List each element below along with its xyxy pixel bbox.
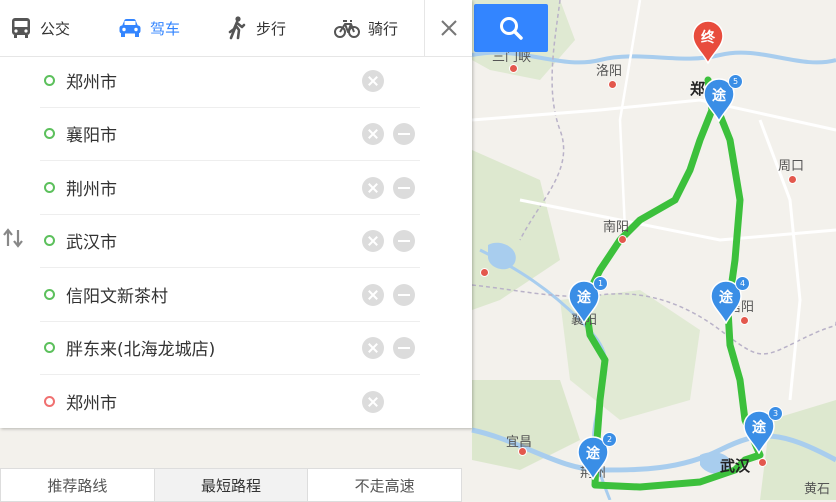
- map-label-yichang: 宜昌: [506, 435, 533, 450]
- clear-stop-button[interactable]: [362, 230, 384, 252]
- stop-via[interactable]: 襄阳市: [40, 107, 420, 161]
- via-marker-label: 途: [577, 290, 591, 306]
- via-marker-label: 途: [752, 420, 766, 436]
- city-dot: [618, 235, 627, 244]
- via-dot-icon: [44, 289, 55, 300]
- swap-icon: [3, 228, 23, 248]
- mode-tab-bike[interactable]: 骑行: [334, 0, 398, 56]
- remove-stop-button[interactable]: [393, 337, 415, 359]
- map-label-huangshi: 黄石: [804, 482, 831, 497]
- remove-stop-button[interactable]: [393, 230, 415, 252]
- via-marker-pin[interactable]: 途 2: [577, 432, 617, 481]
- end-marker-pin[interactable]: 终: [692, 20, 724, 65]
- city-dot: [509, 64, 518, 73]
- swap-stops-button[interactable]: [2, 228, 24, 252]
- clear-stop-button[interactable]: [362, 391, 384, 413]
- mode-tab-bus-label: 公交: [40, 19, 71, 38]
- tab-avoid-highway[interactable]: 不走高速: [308, 469, 461, 501]
- clear-stop-button[interactable]: [362, 177, 384, 199]
- stop-label[interactable]: 郑州市: [66, 68, 117, 93]
- walk-icon: [228, 16, 246, 40]
- map-label-luoyang: 洛阳: [596, 64, 623, 79]
- mode-tab-walk[interactable]: 步行: [226, 0, 286, 56]
- search-icon: [500, 17, 523, 40]
- via-marker-label: 途: [712, 88, 726, 104]
- route-preference-tabs: 推荐路线 最短路程 不走高速: [0, 468, 462, 502]
- stop-label[interactable]: 襄阳市: [66, 121, 117, 146]
- search-button[interactable]: [474, 4, 548, 52]
- end-dot-icon: [44, 396, 55, 407]
- via-marker-pin[interactable]: 途 1: [568, 276, 608, 325]
- close-button[interactable]: [424, 0, 473, 56]
- stop-label[interactable]: 武汉市: [66, 228, 117, 253]
- via-marker-number: 3: [768, 406, 783, 421]
- via-marker-pin[interactable]: 途 4: [710, 276, 750, 325]
- transport-mode-bar: 公交 驾车 步行 骑行: [0, 0, 472, 57]
- map-label-nanyang: 南阳: [603, 220, 630, 235]
- city-dot: [758, 458, 767, 467]
- stop-label[interactable]: 信阳文新茶村: [66, 282, 168, 307]
- stop-label[interactable]: 荆州市: [66, 175, 117, 200]
- clear-stop-button[interactable]: [362, 70, 384, 92]
- via-marker-number: 5: [728, 74, 743, 89]
- bike-icon: [334, 20, 360, 38]
- via-marker-number: 1: [593, 276, 608, 291]
- city-dot: [480, 268, 489, 277]
- car-icon: [119, 19, 141, 37]
- tab-recommended-route[interactable]: 推荐路线: [1, 469, 155, 501]
- via-dot-icon: [44, 182, 55, 193]
- via-marker-pin[interactable]: 途 3: [743, 406, 783, 455]
- bus-icon: [12, 18, 30, 38]
- end-marker-label: 终: [701, 30, 715, 46]
- via-dot-icon: [44, 235, 55, 246]
- via-dot-icon: [44, 128, 55, 139]
- mode-tab-car[interactable]: 驾车: [118, 0, 180, 56]
- via-marker-label: 途: [719, 290, 733, 306]
- start-dot-icon: [44, 75, 55, 86]
- via-dot-icon: [44, 342, 55, 353]
- stop-via[interactable]: 信阳文新茶村: [40, 268, 420, 322]
- mode-tab-walk-label: 步行: [256, 19, 287, 38]
- route-panel: 公交 驾车 步行 骑行 郑州市 襄阳市 荆州市 武汉市 信阳文新茶村 胖东来(北…: [0, 0, 472, 428]
- via-marker-number: 4: [735, 276, 750, 291]
- city-dot: [608, 80, 617, 89]
- close-icon: [441, 20, 457, 36]
- stop-label[interactable]: 胖东来(北海龙城店): [66, 335, 215, 360]
- remove-stop-button[interactable]: [393, 284, 415, 306]
- remove-stop-button[interactable]: [393, 123, 415, 145]
- stop-end[interactable]: 郑州市: [40, 375, 420, 428]
- mode-tab-bus[interactable]: 公交: [10, 0, 70, 56]
- clear-stop-button[interactable]: [362, 123, 384, 145]
- stop-via[interactable]: 胖东来(北海龙城店): [40, 321, 420, 375]
- via-marker-number: 2: [602, 432, 617, 447]
- remove-stop-button[interactable]: [393, 177, 415, 199]
- via-marker-pin[interactable]: 途 5: [703, 74, 743, 123]
- via-marker-label: 途: [586, 446, 600, 462]
- mode-tab-car-label: 驾车: [150, 19, 181, 38]
- clear-stop-button[interactable]: [362, 337, 384, 359]
- mode-tab-bike-label: 骑行: [368, 19, 399, 38]
- stop-label[interactable]: 郑州市: [66, 389, 117, 414]
- tab-shortest-distance[interactable]: 最短路程: [154, 469, 309, 501]
- clear-stop-button[interactable]: [362, 284, 384, 306]
- map-label-wuhan: 武汉: [720, 457, 751, 475]
- city-dot: [788, 175, 797, 184]
- stop-via[interactable]: 荆州市: [40, 161, 420, 215]
- stop-start[interactable]: 郑州市: [40, 54, 420, 108]
- map-label-zhoukou: 周口: [778, 159, 805, 174]
- stop-via[interactable]: 武汉市: [40, 214, 420, 268]
